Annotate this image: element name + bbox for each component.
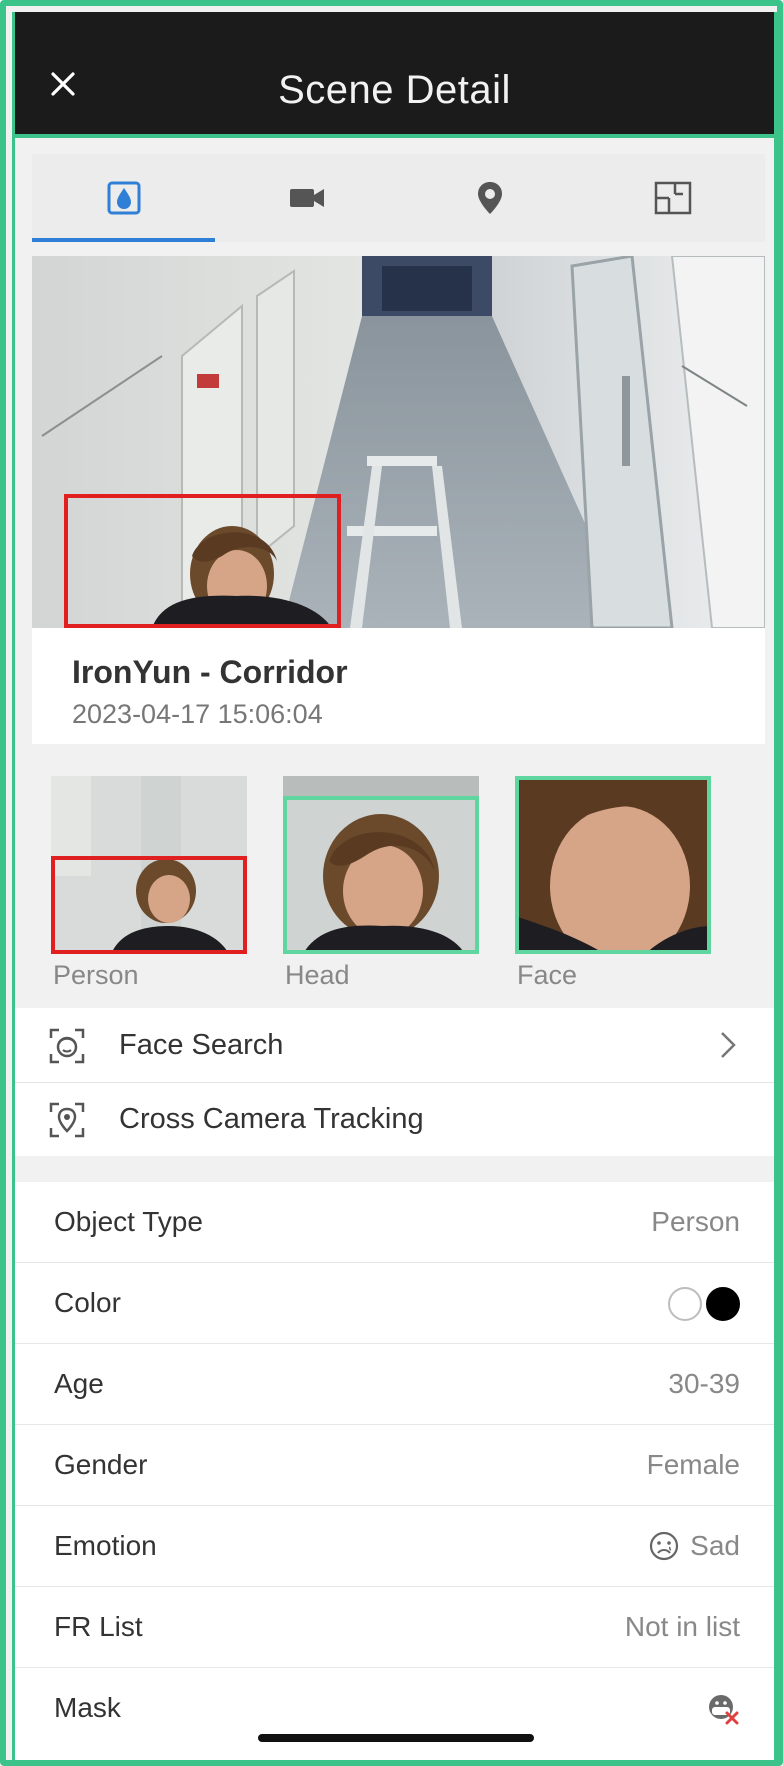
attr-value: Not in list bbox=[624, 1611, 740, 1642]
face-search-row[interactable]: Face Search bbox=[15, 1008, 774, 1082]
color-swatch-black bbox=[706, 1287, 740, 1321]
crop-head[interactable] bbox=[283, 776, 479, 954]
header-bar: Scene Detail bbox=[15, 12, 774, 134]
attr-label: Mask bbox=[54, 1692, 121, 1723]
attr-emotion: Emotion Sad bbox=[15, 1506, 774, 1587]
attribute-list: Object Type Person Color Age 30-39 Gende… bbox=[15, 1182, 774, 1760]
attr-label: Age bbox=[54, 1368, 104, 1399]
attr-label: Emotion bbox=[54, 1530, 157, 1561]
attr-fr-list: FR List Not in list bbox=[15, 1587, 774, 1668]
attr-color: Color bbox=[15, 1263, 774, 1344]
video-camera-icon bbox=[289, 189, 324, 207]
face-scan-icon bbox=[49, 1028, 85, 1064]
attr-label: Object Type bbox=[54, 1206, 203, 1237]
color-swatches bbox=[668, 1287, 740, 1321]
tab-video[interactable] bbox=[215, 154, 398, 242]
crop-face[interactable] bbox=[515, 776, 711, 954]
attr-label: Gender bbox=[54, 1449, 148, 1480]
attr-object-type: Object Type Person bbox=[15, 1182, 774, 1263]
crop-person[interactable] bbox=[51, 776, 247, 954]
no-mask-icon bbox=[709, 1695, 739, 1725]
location-pin-icon bbox=[478, 182, 503, 214]
tab-floor-plan[interactable] bbox=[582, 154, 765, 242]
tab-location[interactable] bbox=[399, 154, 582, 242]
scene-info: IronYun - Corridor 2023-04-17 15:06:04 bbox=[72, 654, 348, 730]
attr-label: Color bbox=[54, 1287, 121, 1318]
camera-name: IronYun - Corridor bbox=[72, 654, 348, 690]
face-search-label: Face Search bbox=[119, 1028, 284, 1061]
attr-value: Female bbox=[646, 1449, 740, 1480]
header-divider bbox=[15, 134, 774, 138]
home-indicator[interactable] bbox=[258, 1734, 534, 1742]
crop-label-head: Head bbox=[285, 960, 350, 990]
location-scan-icon bbox=[49, 1102, 85, 1138]
action-list: Face Search Cross Camera Tracking bbox=[15, 1008, 774, 1156]
crop-label-person: Person bbox=[53, 960, 139, 990]
detection-crops: Person Head Face bbox=[15, 764, 774, 1008]
page-title: Scene Detail bbox=[278, 68, 511, 112]
cross-camera-tracking-label: Cross Camera Tracking bbox=[119, 1102, 424, 1135]
water-drop-icon bbox=[107, 181, 141, 215]
attr-value: Person bbox=[651, 1206, 740, 1237]
attr-value-mask bbox=[706, 1692, 740, 1726]
attr-value-emotion: Sad bbox=[648, 1530, 740, 1562]
chevron-right-icon bbox=[721, 1032, 736, 1058]
attr-value: 30-39 bbox=[668, 1368, 740, 1399]
tab-attributes[interactable] bbox=[32, 154, 216, 242]
sad-face-icon bbox=[650, 1531, 679, 1561]
tab-bar bbox=[32, 154, 765, 242]
color-swatch-white bbox=[668, 1287, 702, 1321]
attr-label: FR List bbox=[54, 1611, 143, 1642]
scene-card[interactable]: IronYun - Corridor 2023-04-17 15:06:04 bbox=[32, 256, 765, 744]
app-frame: Scene Detail IronYun - Corridor 2023-04-… bbox=[0, 0, 783, 1766]
attr-gender: Gender Female bbox=[15, 1425, 774, 1506]
scene-snapshot[interactable] bbox=[32, 256, 765, 628]
crop-label-face: Face bbox=[517, 960, 578, 990]
attr-age: Age 30-39 bbox=[15, 1344, 774, 1425]
floor-plan-icon bbox=[655, 181, 692, 215]
emotion-value: Sad bbox=[690, 1530, 740, 1561]
app-screen: Scene Detail IronYun - Corridor 2023-04-… bbox=[12, 12, 777, 1760]
cross-camera-tracking-row[interactable]: Cross Camera Tracking bbox=[15, 1082, 774, 1156]
scene-timestamp: 2023-04-17 15:06:04 bbox=[72, 699, 323, 729]
